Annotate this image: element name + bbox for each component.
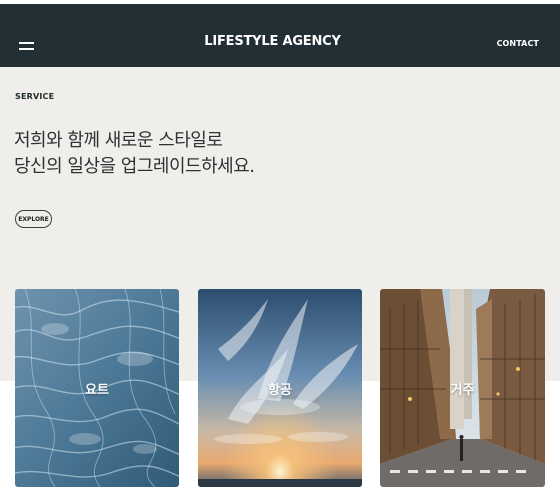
section-eyebrow: SERVICE [15,92,55,101]
site-header: LIFESTYLE AGENCY CONTACT [0,4,560,67]
headline-line-1: 저희와 함께 새로운 스타일로 [14,130,223,151]
contact-link[interactable]: CONTACT [497,39,539,48]
service-label: 거주 [450,383,475,398]
brand-logo[interactable]: LIFESTYLE AGENCY [0,34,545,49]
service-card-residence[interactable]: 거주 [380,289,545,487]
hero-headline: 저희와 함께 새로운 스타일로 당신의 일상을 업그레이드하세요. [14,128,255,180]
service-card-yacht[interactable]: 요트 [15,289,179,487]
explore-button[interactable]: EXPLORE [15,210,52,228]
service-card-aviation[interactable]: 항공 [198,289,362,487]
service-label: 요트 [85,383,109,398]
headline-line-2: 당신의 일상을 업그레이드하세요. [14,156,255,177]
service-label: 항공 [268,383,292,398]
